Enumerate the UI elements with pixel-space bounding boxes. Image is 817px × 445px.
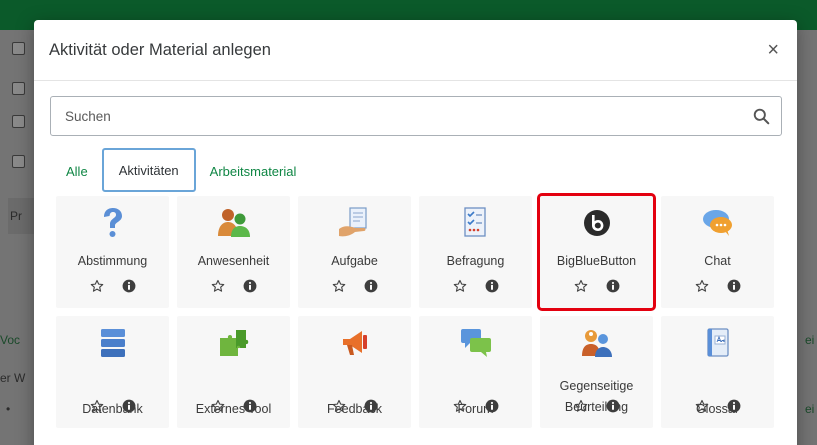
search-input[interactable] [51,97,741,135]
people-icon [217,206,251,240]
checklist-icon [459,206,493,240]
search-icon[interactable] [741,97,781,135]
info-icon[interactable] [605,278,621,294]
info-icon[interactable] [121,278,137,294]
glossary-book-icon [701,326,735,360]
tile-forum[interactable]: Forum [419,316,532,428]
star-icon[interactable] [694,278,710,294]
tile-externes-tool[interactable]: Externes Tool [177,316,290,428]
peer-review-icon [580,326,614,360]
tile-bigbluebutton[interactable]: BigBlueButton [537,193,656,311]
info-icon[interactable] [726,278,742,294]
info-icon[interactable] [121,398,137,414]
star-icon[interactable] [694,398,710,414]
background-checkbox [12,42,25,55]
tab-resources[interactable]: Arbeitsmaterial [196,150,311,192]
star-icon[interactable] [89,278,105,294]
background-text: ei [805,333,815,347]
close-button[interactable]: × [767,40,779,60]
star-icon[interactable] [573,398,589,414]
star-icon[interactable] [331,278,347,294]
star-icon[interactable] [89,398,105,414]
forum-bubbles-icon [459,326,493,360]
tile-gegenseitige-beurteilung[interactable]: Gegenseitige Beurteilung [540,316,653,428]
info-icon[interactable] [363,278,379,294]
info-icon[interactable] [605,398,621,414]
background-checkbox [12,115,25,128]
tile-actions [661,278,774,294]
tile-feedback[interactable]: Feedback [298,316,411,428]
star-icon[interactable] [452,278,468,294]
tab-activities[interactable]: Aktivitäten [101,148,196,192]
chat-bubbles-icon [701,206,735,240]
tile-chat[interactable]: Chat [661,196,774,308]
tile-befragung[interactable]: Befragung [419,196,532,308]
background-text: er W [0,371,26,385]
info-icon[interactable] [484,398,500,414]
tile-datenbank[interactable]: Datenbank [56,316,169,428]
tile-actions [298,398,411,414]
info-icon[interactable] [242,278,258,294]
tile-actions [540,278,653,294]
star-icon[interactable] [210,398,226,414]
activity-chooser-modal: Aktivität oder Material anlegen × Alle A… [34,20,797,445]
puzzle-icon [217,326,251,360]
tile-actions [177,398,290,414]
search-box [50,96,782,136]
megaphone-icon [338,326,372,360]
tile-actions [177,278,290,294]
database-icon [96,326,130,360]
modal-header: Aktivität oder Material anlegen × [34,20,797,81]
star-icon[interactable] [573,278,589,294]
star-icon[interactable] [331,398,347,414]
background-text: Pr [10,209,22,223]
tile-anwesenheit[interactable]: Anwesenheit [177,196,290,308]
background-text: • [6,402,11,416]
background-checkbox [12,155,25,168]
modal-title: Aktivität oder Material anlegen [49,40,271,59]
tile-actions [540,398,653,414]
hand-document-icon [338,206,372,240]
tile-abstimmung[interactable]: Abstimmung [56,196,169,308]
info-icon[interactable] [484,278,500,294]
info-icon[interactable] [726,398,742,414]
tile-actions [56,278,169,294]
activity-grid: Abstimmung Anwesenheit Aufgabe Befragung… [56,193,796,428]
tile-glossar[interactable]: Glossar [661,316,774,428]
background-checkbox [12,82,25,95]
tile-actions [661,398,774,414]
tile-actions [298,278,411,294]
background-text: Voc [0,333,21,347]
tile-actions [419,278,532,294]
tile-aufgabe[interactable]: Aufgabe [298,196,411,308]
info-icon[interactable] [363,398,379,414]
question-icon [96,206,130,240]
info-icon[interactable] [242,398,258,414]
star-icon[interactable] [210,278,226,294]
tab-list: Alle Aktivitäten Arbeitsmaterial [50,148,310,192]
background-text: ei [805,402,815,416]
tile-actions [56,398,169,414]
star-icon[interactable] [452,398,468,414]
bigbluebutton-icon [580,206,614,240]
tile-actions [419,398,532,414]
tab-all[interactable]: Alle [50,150,102,192]
